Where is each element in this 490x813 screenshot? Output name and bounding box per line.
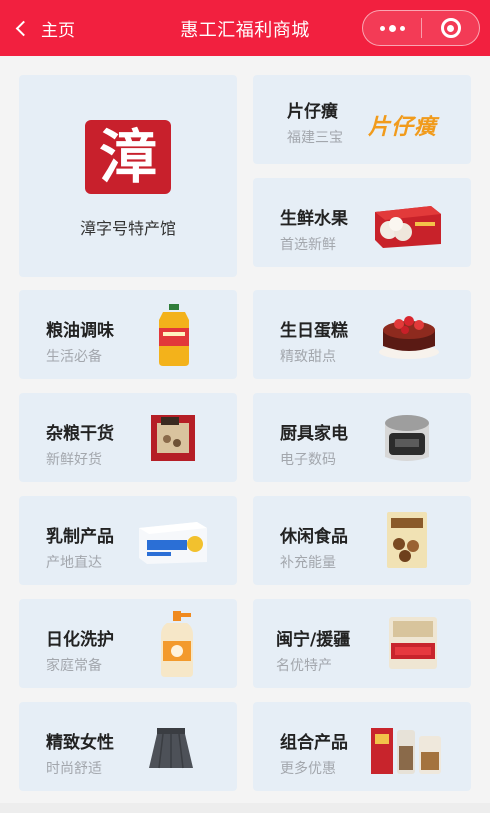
category-subtitle: 更多优惠 [280,761,336,777]
rice-cooker-icon [385,415,429,461]
featured-card-label: 漳字号特产馆 [79,219,176,238]
gift-set-icon [371,728,441,774]
category-card-dairy[interactable]: 乳制产品 产地直达 [19,496,237,585]
close-miniprogram-button[interactable] [422,11,479,45]
category-card-dry-goods[interactable]: 杂粮干货 新鲜好货 [19,393,237,482]
category-subtitle: 补充能量 [280,555,336,571]
category-subtitle: 生活必备 [46,349,102,365]
fruit-box-icon [375,206,441,248]
skirt-icon [149,728,193,769]
category-name: 日化洗护 [46,630,114,650]
cake-icon [379,316,439,359]
rice-sack-icon [389,617,437,669]
more-menu-button[interactable] [363,11,421,45]
category-name: 片仔癀 [287,102,338,122]
category-card-snacks[interactable]: 休闲食品 补充能量 [253,496,471,585]
category-name: 休闲食品 [280,527,348,547]
category-subtitle: 精致甜点 [280,349,336,365]
category-subtitle: 首选新鲜 [280,237,336,253]
milk-box-icon [139,522,207,564]
miniprogram-capsule [362,10,480,46]
dot-icon [388,24,396,32]
category-card-women[interactable]: 精致女性 时尚舒适 [19,702,237,791]
category-subtitle: 时尚舒适 [46,761,102,777]
category-name: 精致女性 [46,733,114,753]
snack-bag-icon [387,512,427,568]
category-card-minning-xinjiang[interactable]: 闽宁/援疆 名优特产 [253,599,471,688]
category-subtitle: 新鲜好货 [46,452,102,468]
dot-icon [399,25,405,31]
top-nav-bar: 主页 惠工汇福利商城 [0,0,490,56]
detergent-bottle-icon [161,611,193,677]
category-subtitle: 产地直达 [46,555,102,571]
target-circle-icon [440,18,461,38]
category-card-grain-oil[interactable]: 粮油调味 生活必备 [19,290,237,379]
category-name: 组合产品 [280,733,348,753]
category-card-birthday-cake[interactable]: 生日蛋糕 精致甜点 [253,290,471,379]
category-subtitle: 福建三宝 [287,130,343,146]
category-card-combo[interactable]: 组合产品 更多优惠 [253,702,471,791]
oil-bottle-icon [159,304,189,366]
category-name: 生日蛋糕 [280,321,348,341]
category-subtitle: 家庭常备 [46,658,102,674]
category-name: 乳制产品 [46,527,114,547]
category-subtitle: 名优特产 [276,658,332,674]
dot-icon [379,25,385,31]
category-card-pianzaihuang[interactable]: 片仔癀 福建三宝 片仔癀 [253,75,471,164]
pianzaihuang-logo-icon: 片仔癀 [368,115,438,140]
category-name: 厨具家电 [280,424,348,444]
grain-bag-icon [151,415,195,461]
category-card-household-care[interactable]: 日化洗护 家庭常备 [19,599,237,688]
category-name: 杂粮干货 [46,424,114,444]
category-subtitle: 电子数码 [280,452,336,468]
category-card-fresh-fruit[interactable]: 生鲜水果 首选新鲜 [253,178,471,267]
category-name: 粮油调味 [46,321,114,341]
featured-card-zhangzihao[interactable]: 漳 漳字号特产馆 [19,75,237,277]
zhang-seal-logo-icon: 漳 [85,120,171,194]
category-name: 闽宁/援疆 [276,630,351,650]
bottom-edge [0,803,490,813]
category-card-kitchen-appliance[interactable]: 厨具家电 电子数码 [253,393,471,482]
category-name: 生鲜水果 [280,209,348,229]
